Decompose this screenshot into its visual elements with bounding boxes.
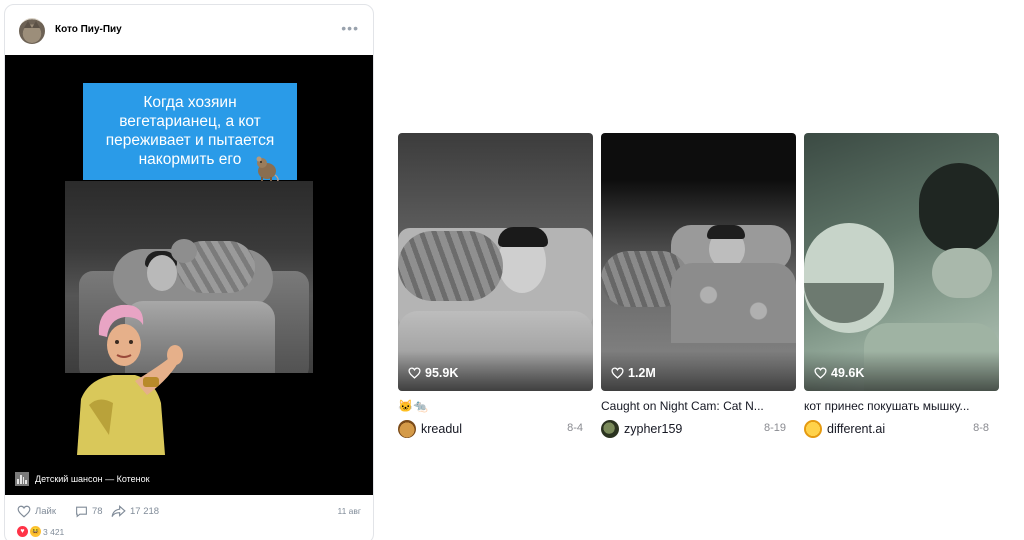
shares-count: 17 218: [130, 505, 160, 517]
post-card: Кото Пиу-Пиу ••• Когда хозяин вегетариан…: [4, 4, 374, 540]
video-card[interactable]: 95.9K 🐱🐀 kreadul 8-4: [398, 133, 593, 439]
video-title[interactable]: Caught on Night Cam: Cat N...: [601, 399, 796, 415]
video-title[interactable]: кот принес покушать мышку...: [804, 399, 999, 415]
page-root: Кото Пиу-Пиу ••• Когда хозяин вегетариан…: [0, 0, 1024, 540]
heart-reaction-icon: ♥: [17, 526, 28, 537]
caption-line: переживает и пытается: [105, 132, 275, 149]
likes-overlay: 49.6K: [814, 366, 864, 380]
user-avatar[interactable]: [398, 420, 416, 438]
likes-count: 49.6K: [831, 366, 865, 380]
heart-icon: [814, 367, 827, 379]
rat-shape: [932, 248, 992, 298]
music-track[interactable]: Детский шансон — Котенок: [15, 471, 150, 487]
video-date: 8-8: [973, 422, 989, 434]
share-button[interactable]: 17 218: [111, 503, 159, 519]
comment-button[interactable]: 78: [75, 503, 103, 519]
caption-line: Когда хозяин: [143, 94, 237, 111]
username[interactable]: kreadul: [421, 422, 462, 436]
likes-count: 95.9K: [425, 366, 459, 380]
video-title[interactable]: 🐱🐀: [398, 399, 593, 415]
channel-name[interactable]: Кото Пиу-Пиу: [55, 24, 122, 35]
blanket-shape: [671, 263, 796, 343]
cat-shape: [398, 231, 503, 301]
post-header: Кото Пиу-Пиу •••: [5, 5, 373, 55]
likes-count: 1.2M: [628, 366, 656, 380]
likes-overlay: 95.9K: [408, 366, 458, 380]
video-thumbnail[interactable]: 95.9K: [398, 133, 593, 391]
heart-icon: [408, 367, 421, 379]
caption-line: вегетарианец, а кот: [119, 113, 261, 130]
likes-overlay: 1.2M: [611, 366, 656, 380]
man-hair-shape: [498, 227, 548, 247]
cat-shape: [919, 163, 999, 253]
like-button[interactable]: Лайк: [17, 503, 56, 519]
post-date: 11 авг: [337, 506, 361, 516]
music-cover-icon: [15, 472, 29, 486]
comment-icon: [76, 506, 87, 518]
video-card[interactable]: 49.6K кот принес покушать мышку... diffe…: [804, 133, 999, 439]
video-meta: different.ai 8-8: [804, 419, 999, 439]
video-thumbnail[interactable]: 1.2M: [601, 133, 796, 391]
user-avatar[interactable]: [601, 420, 619, 438]
laugh-reaction-icon: 😆: [30, 526, 41, 537]
music-track-title: Детский шансон — Котенок: [35, 474, 150, 484]
channel-avatar[interactable]: [19, 18, 45, 44]
video-date: 8-19: [763, 422, 786, 434]
video-meta: zypher159 8-19: [601, 419, 796, 439]
video-meta: kreadul 8-4: [398, 419, 593, 439]
cat-head-shape: [171, 239, 197, 263]
user-avatar[interactable]: [804, 420, 822, 438]
comments-count: 78: [92, 505, 103, 517]
man-face-shape: [147, 255, 177, 291]
post-actions: Лайк 78 17 218 11 авг: [5, 503, 373, 523]
username[interactable]: different.ai: [827, 422, 885, 436]
video-player[interactable]: Когда хозяин вегетарианец, а кот пережив…: [5, 55, 373, 495]
share-icon: [111, 504, 126, 517]
heart-icon: [17, 505, 31, 518]
more-options-icon[interactable]: •••: [341, 21, 359, 35]
heart-icon: [611, 367, 624, 379]
person-sticker-icon: [77, 304, 183, 455]
reactions-count: 3 421: [43, 526, 65, 537]
reactions-summary[interactable]: ♥ 😆 3 421: [17, 526, 64, 537]
username[interactable]: zypher159: [624, 422, 682, 436]
man-hair-shape: [707, 225, 745, 239]
like-label: Лайк: [35, 505, 56, 517]
rat-sticker-icon: [256, 156, 279, 183]
video-thumbnail[interactable]: 49.6K: [804, 133, 999, 391]
video-date: 8-4: [567, 422, 583, 434]
video-card[interactable]: 1.2M Caught on Night Cam: Cat N... zyphe…: [601, 133, 796, 439]
